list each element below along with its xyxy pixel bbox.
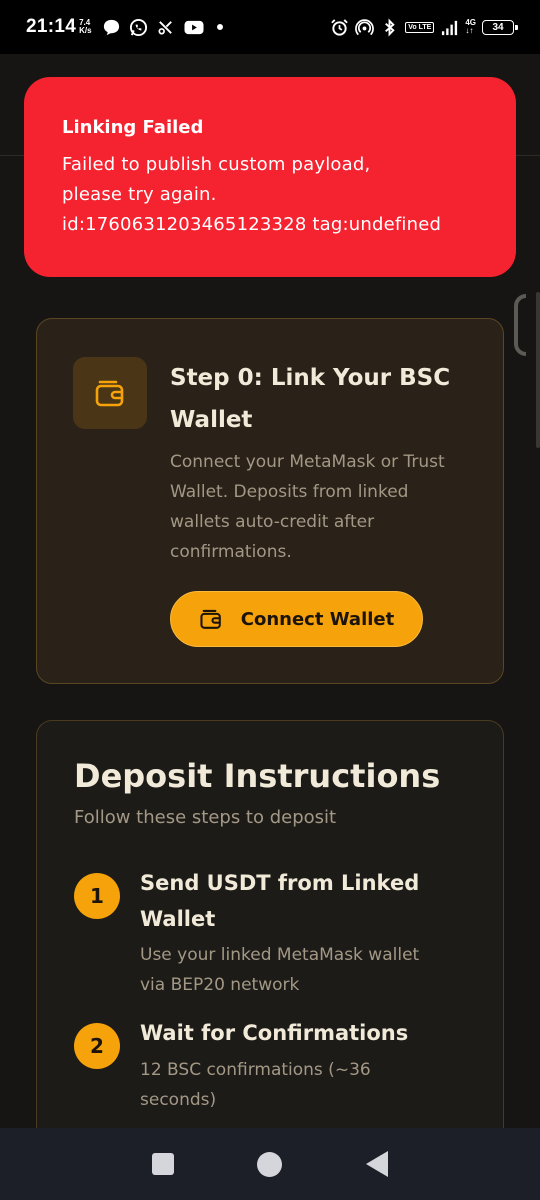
volte-badge: Vo LTE: [405, 21, 435, 33]
status-bar: 21:14 7.4 K/s Vo LTE 4G ↓↑ 34: [0, 0, 540, 54]
toast-message-line-3: id:1760631203465123328 tag:undefined: [62, 214, 442, 235]
status-time: 21:14: [26, 16, 77, 37]
toast-title: Linking Failed: [62, 117, 204, 138]
battery-level: 34: [492, 21, 504, 33]
link-wallet-card: Step 0: Link Your BSC Wallet Connect you…: [36, 318, 504, 684]
link-wallet-description: Connect your MetaMask or Trust Wallet. D…: [170, 452, 445, 562]
net-speed: 7.4 K/s: [79, 19, 91, 35]
system-nav-bar: [0, 1128, 540, 1200]
battery-icon: 34: [482, 19, 518, 35]
network-type-bottom: ↓↑: [465, 26, 474, 35]
toast-message-line-2: please try again.: [62, 184, 217, 205]
toast-message-line-1: Failed to publish custom payload,: [62, 154, 371, 175]
missed-call-icon: [158, 20, 172, 35]
wallet-icon-tile: [73, 357, 147, 429]
step-title: Wait for Confirmations: [140, 1021, 409, 1045]
app-screen: 21:14 7.4 K/s Vo LTE 4G ↓↑ 34 Linking Fa…: [0, 0, 540, 1200]
deposit-title: Deposit Instructions: [74, 757, 441, 795]
bluetooth-icon: [385, 18, 395, 36]
net-speed-unit: K/s: [79, 26, 92, 35]
step-number-badge: 1: [74, 873, 120, 919]
edge-panel-handle[interactable]: [514, 294, 526, 356]
network-type: 4G ↓↑: [465, 19, 476, 35]
step-description: Use your linked MetaMask wallet via BEP2…: [140, 945, 420, 995]
deposit-subtitle: Follow these steps to deposit: [74, 807, 337, 828]
wallet-icon: [95, 380, 124, 407]
hotspot-icon: [355, 18, 375, 35]
alarm-icon: [331, 18, 349, 36]
connect-wallet-label: Connect Wallet: [240, 608, 395, 630]
deposit-instructions-card: Deposit Instructions Follow these steps …: [36, 720, 504, 1160]
home-nav-icon[interactable]: [257, 1151, 283, 1177]
signal-icon: [442, 20, 458, 35]
youtube-icon: [184, 20, 204, 34]
connect-wallet-button[interactable]: Connect Wallet: [170, 591, 423, 647]
wallet-icon: [200, 609, 221, 629]
notification-dot: [216, 24, 223, 30]
back-nav-icon[interactable]: [366, 1151, 389, 1177]
whatsapp-icon: [129, 18, 147, 36]
link-wallet-title: Step 0: Link Your BSC Wallet: [170, 365, 451, 433]
scrollbar[interactable]: [536, 292, 540, 448]
square-nav-icon[interactable]: [151, 1153, 174, 1175]
chat-bubble-icon: [103, 19, 119, 35]
step-title: Send USDT from Linked Wallet: [140, 871, 420, 931]
error-toast[interactable]: Linking Failed Failed to publish custom …: [24, 77, 516, 277]
step-number-badge: 2: [74, 1023, 120, 1069]
step-description: 12 BSC confirmations (~36 seconds): [140, 1060, 371, 1110]
